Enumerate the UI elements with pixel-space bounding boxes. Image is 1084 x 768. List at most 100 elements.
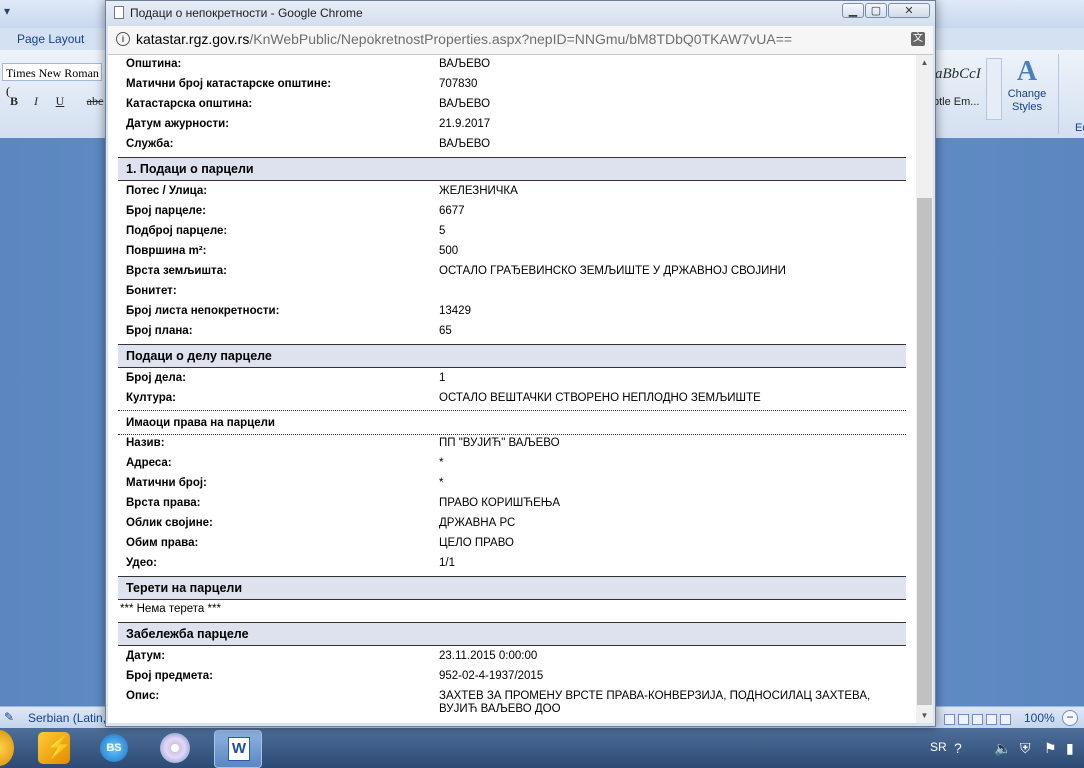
close-button[interactable]: ✕ [888,3,930,18]
change-styles-label-2: Styles [1012,101,1042,113]
page-icon [114,6,124,19]
proofing-icon[interactable]: ✎ [4,710,14,724]
network-icon[interactable]: ▮ [1066,740,1074,757]
field-label: Врста права: [126,497,201,509]
word-taskbar-icon[interactable] [214,730,262,768]
divider [118,410,906,411]
bold-button[interactable]: B [4,92,24,110]
change-styles-icon: A [1016,56,1038,87]
field-label: Број предмета: [126,670,213,682]
field-value: 707830 [439,78,478,90]
field-label: Опис: [126,690,160,702]
field-label: Облик својине: [126,517,213,529]
editing-group-label: Ed [1075,122,1084,134]
no-burdens-text: *** Нема терета *** [120,603,221,615]
chrome-popup-window: Подаци о непокретности - Google Chrome ▁… [105,0,936,727]
change-styles-label: Change [1007,88,1047,100]
zoom-level[interactable]: 100% [1024,711,1055,725]
start-button-icon[interactable] [0,730,14,766]
scroll-up-icon[interactable]: ▲ [916,55,933,70]
status-language[interactable]: Serbian (Latin, [28,711,106,725]
tray-help-icon[interactable]: ? [954,740,962,756]
section-header-parcel: 1. Подаци о парцели [118,157,906,181]
volume-icon[interactable]: 🔈 [994,740,1011,757]
field-label: Подброј парцеле: [126,225,228,237]
view-buttons [944,712,1016,725]
field-label: Врста земљишта: [126,265,227,277]
section-title: 1. Подаци о парцели [126,162,254,176]
popup-title: Подаци о непокретности - Google Chrome [130,6,363,20]
field-label: Обим права: [126,537,199,549]
field-value: ОСТАЛО ГРАЂЕВИНСКО ЗЕМЉИШТЕ У ДРЖАВНОЈ С… [439,265,786,277]
shield-icon[interactable]: ⛨ [1020,740,1031,757]
field-value: 1/1 [439,557,455,569]
section-header-notes: Забележба парцеле [118,622,906,646]
font-name-box[interactable]: Times New Roman ( [2,63,102,98]
field-value: ОСТАЛО ВЕШТАЧКИ СТВОРЕНО НЕПЛОДНО ЗЕМЉИШ… [439,392,761,404]
field-value-continued: ВУЈИЋ ВАЉЕВО ДОО [439,703,561,715]
field-label: Удео: [126,557,157,569]
draft-icon[interactable] [1000,714,1011,725]
field-label: Адреса: [126,457,172,469]
field-label: Катастарска општина: [126,98,253,110]
vertical-scrollbar[interactable]: ▲ ▼ [916,55,933,723]
field-value: ЖЕЛЕЗНИЧКА [439,185,518,197]
divider [118,434,906,435]
popup-titlebar[interactable]: Подаци о непокретности - Google Chrome ▁… [106,1,935,26]
scroll-thumb[interactable] [917,198,932,705]
tray-language[interactable]: SR [930,740,947,754]
style-gallery-preview[interactable]: aBbCcI [935,66,981,83]
field-label: Општина: [126,58,182,70]
url-path: /KnWebPublic/NepokretnostProperties.aspx… [249,31,793,47]
flag-icon[interactable]: ⚑ [1044,740,1057,757]
print-layout-icon[interactable] [944,714,955,725]
outline-icon[interactable] [986,714,997,725]
tab-page-layout[interactable]: Page Layout [17,32,84,46]
field-label: Назив: [126,437,165,449]
field-value: 23.11.2015 0:00:00 [439,650,538,662]
field-label: Површина m²: [126,245,207,257]
bluestacks-icon[interactable]: BS [100,734,128,762]
translate-icon[interactable]: 文 [911,32,925,46]
minimize-button[interactable]: ▁ [842,3,864,18]
field-value: ВАЉЕВО [439,58,491,70]
url-host: katastar.rgz.gov.rs [136,31,250,47]
field-value: ВАЉЕВО [439,138,491,150]
field-label: Служба: [126,138,174,150]
field-label: Број парцеле: [126,205,206,217]
quick-access-dropdown-icon[interactable]: ▾ [4,4,10,18]
field-value: 5 [439,225,446,237]
field-value: 13429 [439,305,471,317]
strikethrough-button[interactable]: abc [84,92,106,110]
field-label: Потес / Улица: [126,185,208,197]
field-value: ДРЖАВНА РС [439,517,516,529]
info-icon[interactable]: i [116,32,130,46]
cd-burner-icon[interactable] [160,733,190,763]
field-value: 500 [439,245,459,257]
field-value: 21.9.2017 [439,118,491,130]
change-styles-button[interactable]: A Change Styles [1004,56,1050,114]
section-header-burdens: Терети на парцели [118,576,906,600]
field-value: ЦЕЛО ПРАВО [439,537,514,549]
field-value: 952-02-4-1937/2015 [439,670,544,682]
web-layout-icon[interactable] [972,714,983,725]
address-bar[interactable]: i katastar.rgz.gov.rs/KnWebPublic/Nepokr… [108,26,933,55]
field-label: Бонитет: [126,285,177,297]
zoom-out-icon[interactable]: − [1062,710,1078,726]
style-gallery-name: btle Em... [933,96,980,108]
style-gallery-scroll[interactable] [986,58,1002,120]
section-title: Терети на парцели [126,581,243,595]
field-label: Датум: [126,650,166,662]
winamp-icon[interactable] [38,732,72,764]
field-label: Број листа непокретности: [126,305,280,317]
field-label: Број дела: [126,372,186,384]
url-text[interactable]: katastar.rgz.gov.rs/KnWebPublic/Nepokret… [136,31,792,47]
field-value: 65 [439,325,452,337]
scroll-down-icon[interactable]: ▼ [916,708,933,723]
underline-button[interactable]: U [50,92,70,110]
section-title: Забележба парцеле [126,627,249,641]
maximize-button[interactable]: ▢ [865,3,887,18]
full-screen-icon[interactable] [958,714,969,725]
field-value: ПРАВО КОРИШЋЕЊА [439,497,561,509]
italic-button[interactable]: I [26,92,46,110]
